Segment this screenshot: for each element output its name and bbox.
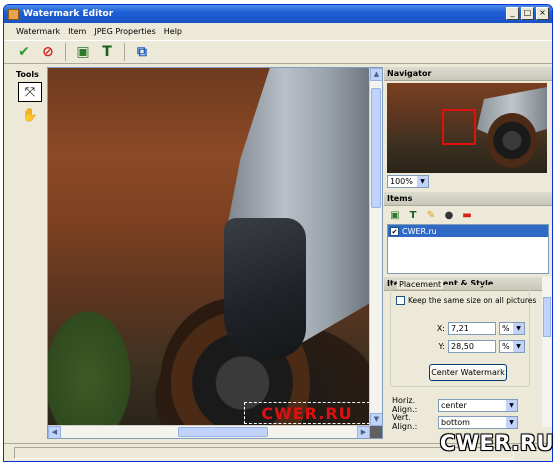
chevron-down-icon[interactable]: ▼ xyxy=(513,323,524,334)
watermark-text: CWER.RU xyxy=(261,403,353,423)
navigator-viewport-rect[interactable] xyxy=(442,109,476,145)
y-row: Y: 28,50 % ▼ xyxy=(435,340,525,353)
horizontal-scroll-thumb[interactable] xyxy=(178,427,268,437)
y-unit-value: % xyxy=(502,342,510,351)
panel-scrollbar[interactable] xyxy=(542,277,552,427)
main-toolbar: ✔ ⊘ ▣ T ⧉ xyxy=(4,40,552,64)
x-input[interactable]: 7,21 xyxy=(448,322,496,335)
add-text-icon[interactable]: T xyxy=(97,42,117,62)
cancel-icon[interactable]: ⊘ xyxy=(38,42,58,62)
placement-group-label: Placement xyxy=(397,280,444,289)
x-unit-select[interactable]: % ▼ xyxy=(499,322,525,335)
center-watermark-button[interactable]: Center Watermark xyxy=(429,364,507,381)
x-row: X: 7,21 % ▼ xyxy=(435,322,525,335)
scroll-right-arrow[interactable]: ▶ xyxy=(357,426,370,438)
same-size-label: Keep the same size on all pictures xyxy=(408,296,537,305)
placement-section: Item Placement & Style Placement Keep th… xyxy=(384,277,552,431)
horizontal-scrollbar[interactable]: ◀ ▶ xyxy=(48,425,370,438)
maximize-button[interactable]: □ xyxy=(521,7,534,20)
remove-item-icon[interactable]: ▬ xyxy=(460,208,474,222)
navigator-header: Navigator xyxy=(384,67,552,81)
window-title: Watermark Editor xyxy=(23,9,114,19)
site-logo-text: CWER.RU xyxy=(439,431,555,455)
navigator-tire xyxy=(487,113,537,168)
close-button[interactable]: × xyxy=(536,7,549,20)
vert-align-label: Vert. Align.: xyxy=(392,413,418,431)
scroll-left-arrow[interactable]: ◀ xyxy=(48,426,61,438)
horiz-align-row: Horiz. Align.: center ▼ xyxy=(392,396,518,414)
scroll-up-arrow[interactable]: ▲ xyxy=(370,68,382,81)
check-icon[interactable]: ✔ xyxy=(14,42,34,62)
add-image-icon[interactable]: ▣ xyxy=(73,42,93,62)
vertical-scroll-thumb[interactable] xyxy=(371,88,381,208)
horiz-align-label: Horiz. Align.: xyxy=(392,396,418,414)
vertical-scrollbar[interactable]: ▲ ▼ xyxy=(369,68,382,426)
list-item[interactable]: ✔ CWER.ru xyxy=(388,225,548,237)
tools-panel: Tools ⤧ ✋ xyxy=(12,67,46,432)
zoom-select[interactable]: 100% ▼ xyxy=(387,175,429,188)
chevron-down-icon[interactable]: ▼ xyxy=(417,176,428,187)
same-size-option[interactable]: Keep the same size on all pictures xyxy=(396,296,536,305)
navigator-thumbnail[interactable] xyxy=(387,83,547,173)
item-info-icon[interactable]: ● xyxy=(442,208,456,222)
minimize-button[interactable]: _ xyxy=(506,7,519,20)
toolbar-separator xyxy=(124,43,125,61)
toolbar-separator xyxy=(65,43,66,61)
image-canvas[interactable]: CWER.RU ▲ ▼ ◀ ▶ xyxy=(47,67,383,439)
placement-group: Placement Keep the same size on all pict… xyxy=(390,280,536,387)
items-toolbar: ▣ T ✎ ● ▬ xyxy=(384,206,552,224)
items-header: Items xyxy=(384,192,552,206)
y-unit-select[interactable]: % ▼ xyxy=(499,340,525,353)
menu-bar: Watermark Item JPEG Properties Help xyxy=(4,24,552,38)
export-icon[interactable]: ⧉ xyxy=(132,42,152,62)
move-tool-icon[interactable]: ⤧ xyxy=(18,82,42,102)
x-label: X: xyxy=(436,324,445,333)
menu-item[interactable]: Item xyxy=(68,27,86,36)
panel-scroll-thumb[interactable] xyxy=(543,297,551,337)
photo-preview: CWER.RU xyxy=(48,68,372,438)
site-logo: CWER.RU xyxy=(436,424,558,462)
horiz-align-value: center xyxy=(441,400,467,410)
item-visible-checkbox[interactable]: ✔ xyxy=(390,226,399,236)
horiz-align-select[interactable]: center ▼ xyxy=(438,398,518,412)
menu-watermark[interactable]: Watermark xyxy=(16,27,60,36)
menu-jpeg-properties[interactable]: JPEG Properties xyxy=(94,27,155,36)
right-panel: Navigator 100% ▼ Items ▣ T ✎ ● ▬ ✔ CWER.… xyxy=(384,67,552,439)
same-size-checkbox[interactable] xyxy=(396,296,405,305)
jeep-fender xyxy=(224,218,306,358)
items-list[interactable]: ✔ CWER.ru xyxy=(387,224,549,274)
scroll-down-arrow[interactable]: ▼ xyxy=(370,413,382,426)
y-label: Y: xyxy=(438,342,445,351)
watermark-item[interactable]: CWER.RU xyxy=(244,402,370,424)
chevron-down-icon[interactable]: ▼ xyxy=(513,341,524,352)
item-label: CWER.ru xyxy=(402,226,437,236)
app-icon xyxy=(8,8,19,20)
edit-item-icon[interactable]: ✎ xyxy=(424,208,438,222)
title-bar: Watermark Editor _ □ × xyxy=(4,5,552,23)
menu-help[interactable]: Help xyxy=(164,27,182,36)
add-image-item-icon[interactable]: ▣ xyxy=(388,208,402,222)
tools-label: Tools xyxy=(16,70,39,79)
y-input[interactable]: 28,50 xyxy=(448,340,496,353)
chevron-down-icon[interactable]: ▼ xyxy=(506,399,517,411)
zoom-value: 100% xyxy=(390,177,413,186)
hand-tool-icon[interactable]: ✋ xyxy=(18,105,42,125)
add-text-item-icon[interactable]: T xyxy=(406,208,420,222)
watermark-editor-window: Watermark Editor _ □ × Watermark Item JP… xyxy=(3,4,553,462)
x-unit-value: % xyxy=(502,324,510,333)
